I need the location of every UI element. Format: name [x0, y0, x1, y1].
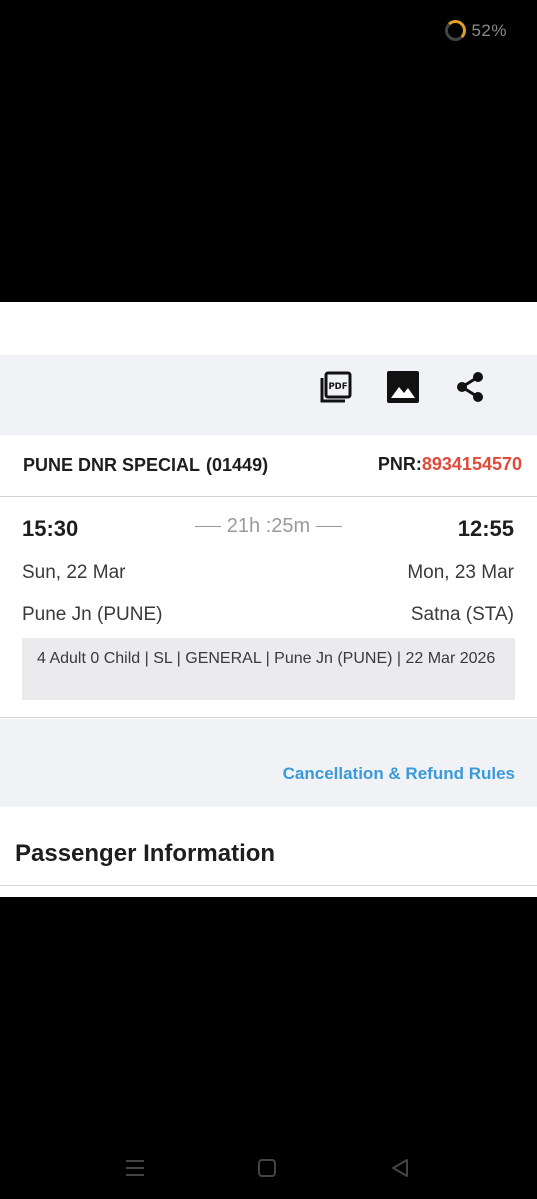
passenger-section-title: Passenger Information [15, 840, 276, 867]
battery-ring-icon [445, 20, 467, 41]
menu-icon[interactable] [121, 1154, 149, 1182]
train-name: PUNE DNR SPECIAL (01449) [23, 455, 268, 476]
departure-station: Pune Jn (PUNE) [22, 604, 163, 625]
svg-text:PDF: PDF [328, 382, 347, 392]
booking-summary: 4 Adult 0 Child | SL | GENERAL | Pune Jn… [22, 638, 515, 700]
arrival-station: Satna (STA) [410, 604, 514, 625]
booking-details-screen: PDF PUNE DNR SPECIAL (01449) PNR:89341545… [0, 302, 537, 897]
duration-dash-right [316, 526, 343, 528]
pnr-value: 8934154570 [421, 454, 522, 474]
battery-indicator: 52% [445, 20, 507, 41]
action-toolbar: PDF [0, 355, 537, 435]
back-icon[interactable] [386, 1154, 414, 1182]
arrival-time: 12:55 [457, 516, 514, 541]
pdf-icon[interactable]: PDF [318, 369, 354, 405]
departure-date: Sun, 22 Mar [22, 562, 126, 583]
pnr-label: PNR: [377, 454, 422, 474]
duration-text: 21h :25m [226, 515, 311, 537]
train-number: (01449) [206, 455, 269, 475]
share-icon[interactable] [452, 369, 488, 405]
image-icon[interactable] [385, 369, 421, 405]
battery-percent: 52% [471, 20, 507, 40]
passenger-section: Passenger Information [0, 822, 537, 886]
status-bar: 52% [0, 0, 537, 64]
rules-section: Cancellation & Refund Rules [0, 719, 537, 807]
train-name-text: PUNE DNR SPECIAL [23, 455, 201, 475]
train-header: PUNE DNR SPECIAL (01449) PNR:8934154570 [0, 435, 537, 497]
journey-duration: 21h :25m [0, 515, 537, 538]
cancellation-rules-link[interactable]: Cancellation & Refund Rules [283, 764, 515, 784]
system-nav-bar [0, 1140, 537, 1195]
duration-dash-left [194, 526, 221, 528]
pnr: PNR:8934154570 [378, 454, 522, 475]
arrival-date: Mon, 23 Mar [407, 562, 514, 583]
journey-details: 15:30 21h :25m 12:55 Sun, 22 Mar Mon, 23… [0, 498, 537, 718]
home-icon[interactable] [253, 1154, 281, 1182]
